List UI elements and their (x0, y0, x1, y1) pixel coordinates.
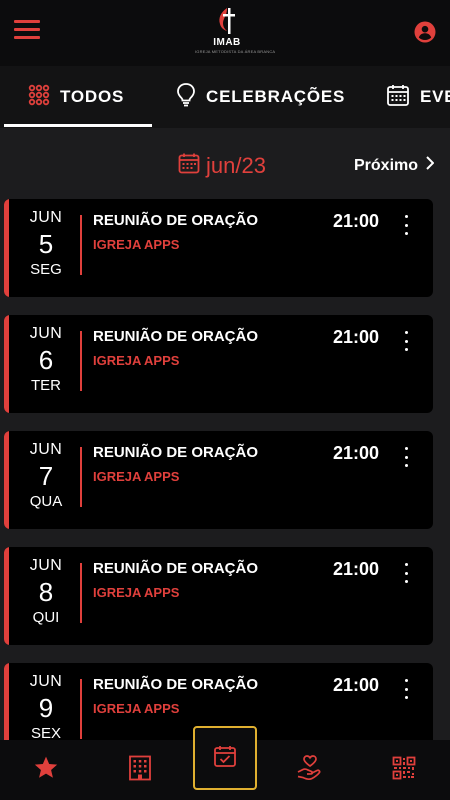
event-title: REUNIÃO DE ORAÇÃO (93, 444, 259, 461)
event-day: 6 (38, 345, 54, 375)
event-date: JUN 9 SEX (18, 673, 74, 742)
event-title: REUNIÃO DE ORAÇÃO (93, 676, 259, 693)
app-header: IMAB IGREJA METODISTA DA ÁREA BRANCA (0, 0, 450, 66)
event-title: REUNIÃO DE ORAÇÃO (93, 560, 259, 577)
event-weekday: QUA (29, 493, 63, 510)
nav-church[interactable] (110, 740, 170, 800)
card-divider (80, 679, 82, 739)
building-icon (128, 755, 152, 786)
current-month: jun/23 (178, 152, 266, 179)
tab-todos[interactable]: TODOS (28, 66, 124, 128)
hand-heart-icon (296, 754, 324, 786)
star-icon (33, 755, 59, 786)
active-tab-indicator (4, 124, 152, 127)
logo-subtitle: IGREJA METODISTA DA ÁREA BRANCA (195, 49, 276, 54)
card-divider (80, 215, 82, 275)
card-accent-bar (4, 199, 9, 297)
card-accent-bar (4, 431, 9, 529)
event-day: 9 (38, 693, 54, 723)
nav-favorites[interactable] (16, 740, 76, 800)
event-time: 21:00 (333, 559, 380, 579)
event-date: JUN 8 QUI (18, 557, 74, 626)
card-divider (80, 331, 82, 391)
event-subtitle: IGREJA APPS (93, 701, 180, 716)
event-date: JUN 7 QUA (18, 441, 74, 510)
event-date: JUN 6 TER (18, 325, 74, 394)
lightbulb-icon (176, 82, 196, 113)
event-time: 21:00 (333, 211, 380, 231)
tab-label: EVENTOS (420, 87, 450, 106)
hamburger-menu-icon[interactable] (14, 20, 40, 42)
tab-label: TODOS (60, 87, 125, 106)
month-text: jun/23 (206, 152, 266, 178)
event-time: 21:00 (333, 327, 380, 347)
event-weekday: QUI (32, 609, 60, 626)
event-day: 5 (38, 229, 54, 259)
event-month: JUN (29, 325, 63, 342)
tab-eventos[interactable]: EVENTOS (386, 66, 450, 128)
event-card[interactable]: JUN 6 TER REUNIÃO DE ORAÇÃO IGREJA APPS … (4, 315, 433, 413)
nav-donations[interactable] (280, 740, 340, 800)
grid-dots-icon (28, 84, 50, 111)
cross-flame-icon (219, 8, 235, 34)
event-weekday: TER (31, 377, 61, 394)
more-options-icon[interactable] (402, 679, 410, 699)
event-title: REUNIÃO DE ORAÇÃO (93, 328, 259, 345)
event-day: 7 (38, 461, 54, 491)
next-month-button[interactable]: Próximo (354, 156, 435, 175)
next-label: Próximo (354, 156, 419, 174)
event-card[interactable]: JUN 5 SEG REUNIÃO DE ORAÇÃO IGREJA APPS … (4, 199, 433, 297)
event-title: REUNIÃO DE ORAÇÃO (93, 212, 259, 229)
event-month: JUN (29, 673, 63, 690)
event-month: JUN (29, 441, 63, 458)
card-divider (80, 447, 82, 507)
event-day: 8 (38, 577, 54, 607)
more-options-icon[interactable] (402, 215, 410, 235)
calendar-icon (386, 83, 410, 112)
more-options-icon[interactable] (402, 331, 410, 351)
event-date: JUN 5 SEG (18, 209, 74, 278)
card-divider (80, 563, 82, 623)
calendar-icon (178, 152, 200, 179)
church-logo: IMAB IGREJA METODISTA DA ÁREA BRANCA (195, 6, 276, 62)
event-subtitle: IGREJA APPS (93, 237, 180, 252)
event-subtitle: IGREJA APPS (93, 469, 180, 484)
nav-qr-code[interactable] (374, 740, 434, 800)
event-time: 21:00 (333, 443, 380, 463)
event-month: JUN (29, 557, 63, 574)
event-time: 21:00 (333, 675, 380, 695)
qr-code-icon (392, 756, 416, 785)
event-subtitle: IGREJA APPS (93, 585, 180, 600)
tab-celebracoes[interactable]: CELEBRAÇÕES (176, 66, 345, 128)
event-subtitle: IGREJA APPS (93, 353, 180, 368)
tab-label: CELEBRAÇÕES (206, 87, 346, 106)
bottom-navigation (0, 726, 450, 800)
logo-name: IMAB (213, 37, 241, 48)
more-options-icon[interactable] (402, 563, 410, 583)
filter-tabs: TODOS CELEBRAÇÕES EVENTOS (0, 66, 450, 128)
event-card[interactable]: JUN 7 QUA REUNIÃO DE ORAÇÃO IGREJA APPS … (4, 431, 433, 529)
calendar-check-icon (213, 744, 237, 773)
event-card[interactable]: JUN 8 QUI REUNIÃO DE ORAÇÃO IGREJA APPS … (4, 547, 433, 645)
nav-agenda[interactable] (193, 726, 257, 790)
event-weekday: SEG (30, 261, 62, 278)
month-navigator: jun/23 Próximo (0, 138, 450, 194)
card-accent-bar (4, 315, 9, 413)
chevron-right-icon (426, 156, 435, 175)
more-options-icon[interactable] (402, 447, 410, 467)
card-accent-bar (4, 547, 9, 645)
event-month: JUN (29, 209, 63, 226)
user-account-icon[interactable] (414, 21, 436, 43)
